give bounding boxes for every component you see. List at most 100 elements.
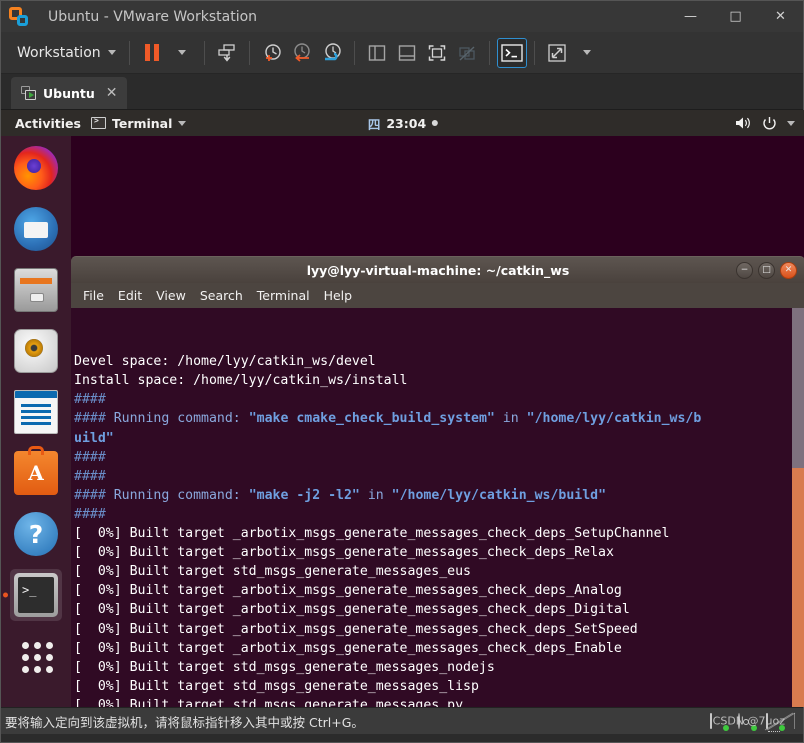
terminal-scrollbar[interactable]	[792, 308, 804, 707]
menu-view[interactable]: View	[156, 288, 186, 303]
send-ctrl-alt-del-icon	[217, 43, 235, 62]
terminal-text: [ 0%] Built target std_msgs_generate_mes…	[74, 697, 464, 707]
menu-edit[interactable]: Edit	[118, 288, 142, 303]
show-applications[interactable]	[10, 630, 62, 682]
terminal-title-bar[interactable]: lyy@lyy-virtual-machine: ~/catkin_ws − □…	[71, 256, 804, 283]
fullscreen-brackets-icon	[428, 44, 445, 61]
terminal-text: "make cmake_check_build_system"	[248, 411, 495, 427]
menu-help[interactable]: Help	[324, 288, 353, 303]
panel-bottom-icon	[398, 44, 415, 61]
terminal-text: ####	[74, 506, 106, 522]
toolbar-divider	[488, 40, 490, 65]
terminal-text: in	[367, 487, 384, 503]
terminal-maximize-button[interactable]: □	[758, 261, 775, 279]
terminal-text: Running command:	[113, 487, 241, 503]
terminal-line: uild"	[74, 429, 804, 448]
pause-dropdown-button[interactable]	[167, 38, 197, 68]
full-screen-button[interactable]	[422, 38, 452, 68]
dock-item-thunderbird[interactable]	[10, 203, 62, 255]
close-button[interactable]: ✕	[758, 1, 803, 32]
dock-item-libreoffice-writer[interactable]	[10, 386, 62, 438]
window-controls: — □ ✕	[668, 1, 803, 32]
take-snapshot-button[interactable]	[257, 38, 287, 68]
revert-snapshot-button[interactable]	[287, 38, 317, 68]
clock-button[interactable]: 四 23:04	[368, 114, 439, 133]
terminal-icon	[90, 116, 106, 129]
console-view-button[interactable]	[496, 37, 527, 68]
ubuntu-dock	[1, 136, 71, 707]
chevron-down-icon	[177, 50, 186, 55]
notification-indicator-icon	[432, 120, 439, 126]
terminal-text: ####	[74, 411, 114, 427]
device-status-icons	[710, 712, 795, 731]
snapshot-add-clock-icon	[264, 43, 281, 61]
pause-vm-button[interactable]	[137, 38, 167, 68]
ubuntu-software-bag-icon	[14, 446, 58, 495]
terminal-line: [ 0%] Built target std_msgs_generate_mes…	[74, 658, 804, 677]
gnome-top-bar: Activities Terminal 四 23:04	[1, 110, 804, 136]
send-key-button[interactable]	[212, 38, 242, 68]
help-question-icon	[14, 512, 58, 556]
scrollbar-track-upper	[792, 308, 804, 468]
menu-search[interactable]: Search	[200, 288, 243, 303]
toolbar-divider	[533, 40, 535, 65]
show-thumbnail-bar-button[interactable]	[392, 38, 422, 68]
status-message: 要将输入定向到该虚拟机，请将鼠标指针移入其中或按 Ctrl+G。	[5, 714, 364, 730]
workstation-menu-button[interactable]: Workstation	[9, 41, 122, 65]
unity-mode-disabled-icon	[458, 45, 475, 61]
vm-tab-ubuntu[interactable]: Ubuntu ✕	[11, 77, 127, 109]
app-menu-label: Terminal	[111, 115, 173, 131]
show-library-button[interactable]	[362, 38, 392, 68]
unity-mode-button[interactable]	[452, 38, 482, 68]
terminal-text: "make -j2 -l2"	[248, 487, 360, 503]
terminal-window: lyy@lyy-virtual-machine: ~/catkin_ws − □…	[71, 256, 804, 707]
dock-item-help[interactable]	[10, 508, 62, 560]
dock-item-terminal[interactable]	[10, 569, 62, 621]
scrollbar-thumb[interactable]	[792, 468, 804, 707]
stretch-guest-button[interactable]	[542, 38, 572, 68]
terminal-title: lyy@lyy-virtual-machine: ~/catkin_ws	[306, 262, 570, 278]
network-adapter-status-icon[interactable]	[766, 712, 785, 731]
terminal-text: [ 0%] Built target _arbotix_msgs_generat…	[74, 621, 638, 637]
system-status-area[interactable]	[735, 116, 795, 131]
clock-time: 23:04	[386, 115, 427, 131]
activities-button[interactable]: Activities	[1, 116, 91, 131]
terminal-text: uild"	[74, 430, 114, 446]
cd-dvd-status-icon[interactable]	[738, 712, 757, 731]
vmware-logo-icon	[9, 7, 28, 26]
terminal-minimize-button[interactable]: −	[736, 261, 753, 279]
vmware-toolbar: Workstation	[1, 32, 803, 74]
manage-snapshots-button[interactable]	[317, 38, 347, 68]
terminal-text: [ 0%] Built target std_msgs_generate_mes…	[74, 564, 471, 580]
menu-file[interactable]: File	[83, 288, 104, 303]
toolbar-divider	[248, 40, 250, 65]
minimize-button[interactable]: —	[668, 1, 713, 32]
close-icon[interactable]: ✕	[106, 85, 118, 101]
terminal-line: Devel space: /home/lyy/catkin_ws/devel	[74, 352, 804, 371]
terminal-icon	[14, 573, 58, 617]
terminal-line: ####	[74, 467, 804, 486]
dock-item-files[interactable]	[10, 264, 62, 316]
stretch-dropdown-button[interactable]	[572, 38, 602, 68]
window-title: Ubuntu - VMware Workstation	[48, 8, 258, 25]
hard-disk-status-icon[interactable]	[710, 712, 729, 731]
terminal-text: [ 0%] Built target std_msgs_generate_mes…	[74, 659, 495, 675]
terminal-text: "/home/lyy/catkin_ws/b	[526, 411, 702, 427]
terminal-text: ####	[74, 392, 106, 408]
status-divider	[794, 713, 795, 729]
dock-item-firefox[interactable]	[10, 142, 62, 194]
dock-item-ubuntu-software[interactable]	[10, 446, 62, 499]
chevron-down-icon	[582, 50, 591, 55]
app-menu-terminal[interactable]: Terminal	[90, 115, 187, 131]
menu-terminal[interactable]: Terminal	[257, 288, 310, 303]
terminal-text: [ 0%] Built target _arbotix_msgs_generat…	[74, 602, 630, 618]
terminal-close-button[interactable]: ✕	[780, 261, 797, 279]
dock-item-rhythmbox[interactable]	[10, 325, 62, 377]
terminal-output[interactable]: Devel space: /home/lyy/catkin_ws/devel In…	[71, 308, 804, 707]
pause-icon	[144, 44, 159, 61]
chevron-down-icon	[107, 50, 116, 55]
terminal-text: ####	[74, 468, 106, 484]
maximize-button[interactable]: □	[713, 1, 758, 32]
terminal-line: ####	[74, 448, 804, 467]
